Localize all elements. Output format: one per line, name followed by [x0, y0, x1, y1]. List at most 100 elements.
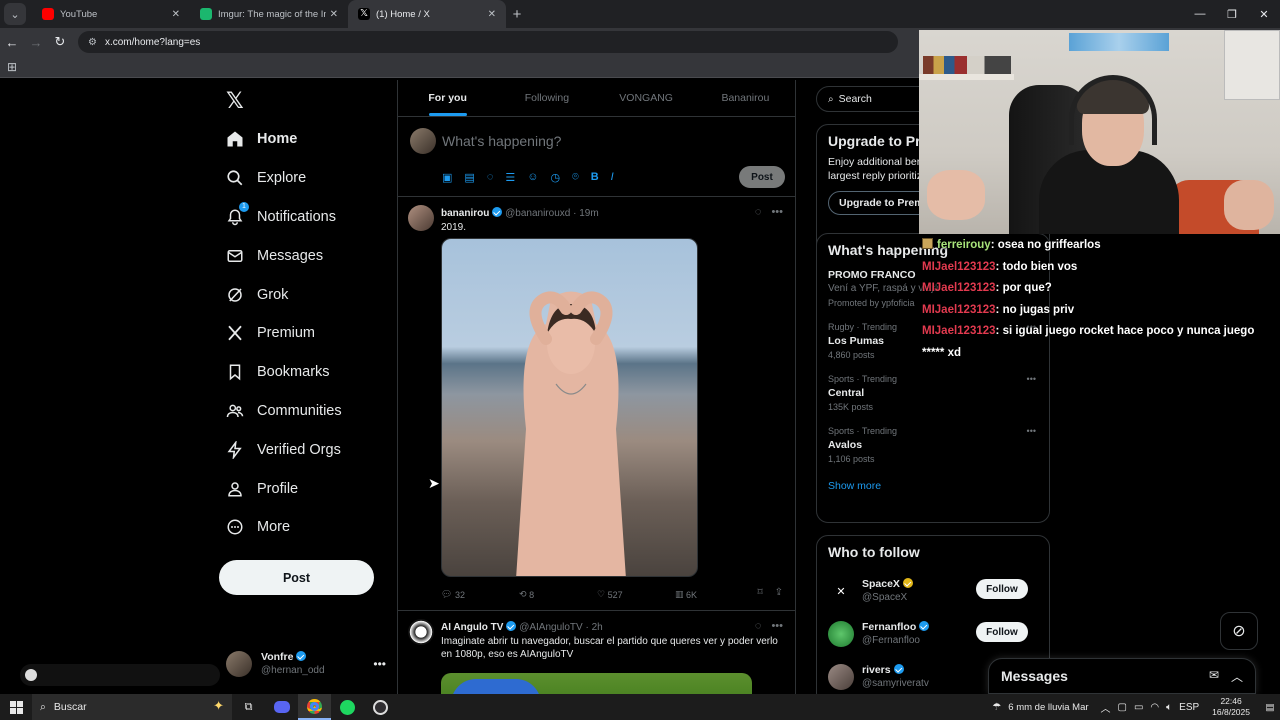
chevron-up-icon[interactable]: ︿ — [1101, 700, 1111, 715]
close-tab-icon[interactable]: ✕ — [330, 9, 338, 20]
follow-button[interactable]: Follow — [976, 579, 1028, 599]
messages-drawer[interactable]: Messages ✉ ︿ — [988, 658, 1256, 694]
follow-button[interactable]: Follow — [976, 622, 1028, 642]
nav-item-messages[interactable]: Messages — [222, 236, 342, 275]
discord-icon[interactable] — [265, 694, 298, 720]
account-switcher[interactable]: Vonfre @hernan_odd ••• — [226, 648, 386, 680]
tab-bananirou[interactable]: Bananirou — [696, 80, 795, 116]
tweet[interactable]: bananirou @bananirouxd · 19m ◌ ••• 2019.… — [398, 197, 795, 611]
nav-item-home[interactable]: Home — [222, 120, 342, 159]
tweet-author-name[interactable]: bananirou — [441, 208, 489, 219]
avatar[interactable] — [408, 205, 434, 231]
follow-suggestion[interactable]: ✕ SpaceX @SpaceX Follow — [828, 572, 1038, 610]
tweet-author-handle[interactable]: @AIAnguloTV — [519, 622, 583, 633]
italic-icon[interactable]: I — [611, 171, 614, 184]
nav-item-more[interactable]: More — [222, 508, 342, 547]
grok-floating-button[interactable]: ⊘ — [1220, 612, 1258, 650]
more-dots-icon[interactable]: ••• — [771, 206, 783, 218]
notification-center-icon[interactable]: ▤ — [1260, 702, 1280, 713]
close-tab-icon[interactable]: ✕ — [172, 9, 180, 20]
nav-item-profile[interactable]: Profile — [222, 469, 342, 508]
volume-icon[interactable]: 🔈︎ — [1166, 702, 1172, 713]
browser-tab-x[interactable]: 𝕏 (1) Home / X ✕ — [348, 0, 506, 28]
tab-vongang[interactable]: VONGANG — [597, 80, 696, 116]
more-dots-icon[interactable]: ••• — [771, 620, 783, 632]
obs-icon[interactable] — [364, 694, 397, 720]
tab-search-button[interactable]: ⌄ — [4, 3, 26, 25]
repost-button[interactable]: ⟲ 8 — [519, 589, 597, 600]
poll-icon[interactable]: ☰ — [505, 171, 515, 184]
url-input[interactable]: ⚙ x.com/home?lang=es — [78, 31, 898, 53]
restore-icon[interactable]: ❐ — [1216, 0, 1248, 28]
wall-poster — [1069, 33, 1169, 51]
trend-item[interactable]: Sports · Trending Central 135K posts ••• — [828, 372, 1038, 414]
site-info-icon[interactable]: ⚙ — [88, 37, 97, 48]
reply-button[interactable]: 💬︎ 32 — [441, 589, 519, 600]
tweet-author-handle[interactable]: @bananirouxd — [505, 208, 570, 219]
close-tab-icon[interactable]: ✕ — [488, 9, 496, 20]
chevron-up-icon[interactable]: ︿ — [1231, 668, 1243, 685]
back-icon[interactable]: ← — [0, 35, 24, 50]
nav-item-bookmarks[interactable]: Bookmarks — [222, 353, 342, 392]
share-icon[interactable]: ⇪ — [775, 587, 783, 598]
tweet-time[interactable]: 2h — [592, 622, 603, 633]
avatar[interactable] — [408, 619, 434, 645]
network-icon[interactable]: ▭ — [1134, 702, 1143, 713]
image-icon[interactable]: ▣ — [442, 171, 452, 184]
spotify-icon[interactable] — [331, 694, 364, 720]
trend-item[interactable]: Sports · Trending Avalos 1,106 posts ••• — [828, 424, 1038, 466]
new-message-icon[interactable]: ✉ — [1209, 668, 1219, 685]
emoji-icon[interactable]: ☺ — [527, 171, 538, 184]
browser-tab-youtube[interactable]: YouTube ✕ — [32, 0, 190, 28]
nav-item-explore[interactable]: Explore — [222, 159, 342, 198]
new-tab-button[interactable]: + — [506, 3, 528, 25]
nav-item-notifications[interactable]: 1 Notifications — [222, 198, 342, 237]
like-button[interactable]: ♡ 527 — [597, 589, 675, 600]
minimize-icon[interactable]: — — [1184, 0, 1216, 28]
chrome-icon[interactable] — [298, 694, 331, 720]
x-logo-icon[interactable]: 𝕏 — [226, 88, 244, 114]
views-button[interactable]: ▥ 6K — [675, 589, 757, 600]
post-button[interactable]: Post — [219, 560, 374, 595]
weather-text[interactable]: 6 mm de lluvia Mar — [1008, 702, 1088, 713]
nav-item-communities[interactable]: Communities — [222, 392, 342, 431]
close-window-icon[interactable]: ✕ — [1248, 0, 1280, 28]
task-view-icon[interactable]: ⧉ — [232, 694, 265, 720]
tweet-author-name[interactable]: AI Angulo TV — [441, 622, 503, 633]
apps-grid-icon[interactable]: ⊞ — [7, 60, 17, 74]
more-dots-icon[interactable]: ••• — [373, 657, 386, 671]
browser-tab-imgur[interactable]: Imgur: The magic of the Internet ✕ — [190, 0, 348, 28]
nav-item-grok[interactable]: Grok — [222, 275, 342, 314]
language-indicator[interactable]: ESP — [1179, 702, 1199, 713]
tab-for-you[interactable]: For you — [398, 80, 497, 116]
grok-icon[interactable]: ◌ — [755, 206, 762, 218]
start-button[interactable] — [0, 700, 32, 714]
wifi-icon[interactable]: ◠ — [1150, 702, 1159, 713]
nav-item-premium[interactable]: Premium — [222, 314, 342, 353]
clock[interactable]: 22:46 16/8/2025 — [1212, 696, 1250, 718]
grok-icon[interactable]: ◌ — [487, 171, 494, 184]
follow-suggestion[interactable]: Fernanfloo @Fernanfloo Follow — [828, 615, 1038, 653]
bold-icon[interactable]: B — [591, 171, 599, 184]
more-dots-icon[interactable]: ••• — [1027, 424, 1036, 438]
bookmark-icon[interactable]: ⌑ — [757, 587, 762, 598]
taskbar-search-input[interactable]: ⌕ Buscar ✦ — [32, 694, 232, 720]
tweet-media-image[interactable] — [441, 238, 698, 577]
schedule-icon[interactable]: ◷ — [550, 171, 560, 184]
location-icon[interactable]: ⌾ — [572, 171, 579, 184]
nav-item-verified-orgs[interactable]: Verified Orgs — [222, 430, 342, 469]
show-more-link[interactable]: Show more — [828, 480, 1038, 492]
grok-icon[interactable]: ◌ — [755, 620, 762, 632]
tweet-time[interactable]: 19m — [579, 208, 598, 219]
tweet[interactable]: AI Angulo TV @AIAnguloTV · 2h ◌ ••• Imag… — [398, 611, 795, 694]
tab-following[interactable]: Following — [497, 80, 596, 116]
reload-icon[interactable]: ↻ — [48, 34, 72, 50]
more-dots-icon[interactable]: ••• — [1027, 372, 1036, 386]
forward-icon[interactable]: → — [24, 35, 48, 50]
tray-app-icon[interactable]: ▢ — [1118, 702, 1127, 713]
composer-post-button[interactable]: Post — [739, 166, 785, 188]
gif-icon[interactable]: ▤ — [464, 171, 474, 184]
verified-badge-icon — [919, 621, 930, 631]
composer-input[interactable]: What's happening? — [442, 133, 561, 149]
tweet-media-image[interactable] — [441, 673, 752, 694]
